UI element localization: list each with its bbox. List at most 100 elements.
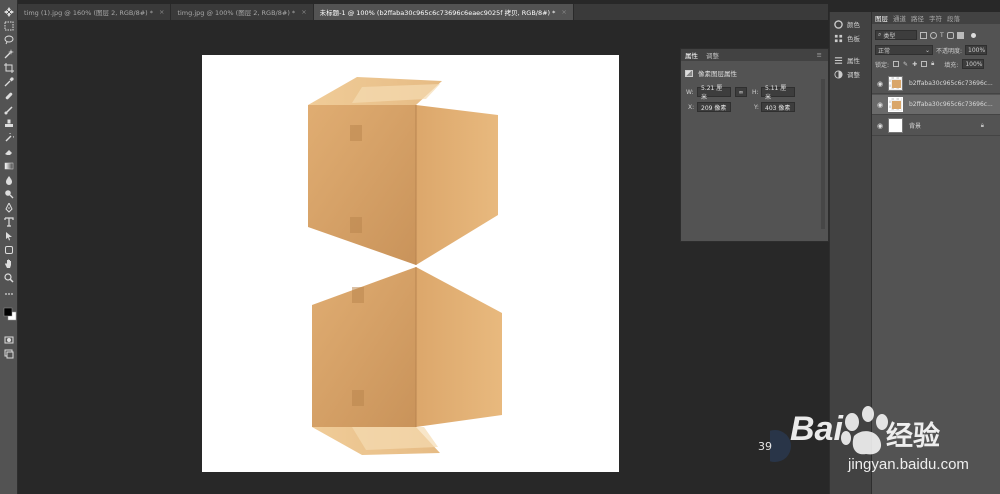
layer-filter-value: 类型 — [883, 32, 896, 40]
x-field[interactable]: 209 像素 — [697, 102, 731, 112]
properties-panel-button[interactable]: 属性 — [834, 54, 872, 66]
fill-label: 填充: — [944, 61, 959, 69]
tab-timg[interactable]: timg.jpg @ 100% (图层 2, RGB/8#) * × — [171, 4, 314, 20]
properties-panel: 属性 调整 ≡ 像素图层属性 W: 5.21 厘米 ∞ H: 5.11 厘米 X… — [680, 48, 829, 242]
lower-box — [312, 267, 502, 455]
visibility-eye-icon[interactable]: ◉ — [872, 122, 888, 130]
close-icon[interactable]: × — [561, 8, 566, 16]
quick-mask-icon[interactable] — [3, 334, 15, 346]
panel-menu-icon[interactable]: ≡ — [817, 51, 822, 59]
width-field[interactable]: 5.21 厘米 — [697, 85, 731, 101]
fill-value: 100% — [965, 60, 983, 68]
watermark-brand-right: 经验 — [886, 421, 940, 452]
more-tools-icon[interactable] — [3, 288, 15, 300]
chevron-down-icon: ⌄ — [924, 46, 930, 54]
tab-paths[interactable]: 路径 — [911, 13, 924, 23]
canvas-image — [308, 77, 502, 455]
lock-label: 锁定: — [875, 61, 890, 69]
filter-type-icon[interactable]: T — [940, 32, 944, 39]
watermark-badge: 39 — [758, 440, 772, 453]
history-brush-tool-icon[interactable] — [3, 132, 15, 144]
opacity-field[interactable]: 100% — [965, 45, 988, 55]
link-glyph: ∞ — [738, 88, 744, 96]
tab-channels[interactable]: 通道 — [893, 13, 906, 23]
gradient-tool-icon[interactable] — [3, 160, 15, 172]
filter-toggle-icon[interactable] — [970, 32, 976, 38]
height-value: 5.11 厘米 — [765, 85, 787, 101]
document-canvas[interactable] — [202, 55, 619, 472]
fill-field[interactable]: 100% — [962, 59, 985, 69]
height-field[interactable]: 5.11 厘米 — [761, 85, 795, 101]
filter-smart-object-icon[interactable] — [956, 31, 964, 39]
color-panel-label: 颜色 — [847, 21, 860, 29]
crop-tool-icon[interactable] — [3, 62, 15, 74]
layer-name: b2ffaba30c965c6c73696c... — [909, 80, 993, 87]
foreground-background-colors-icon[interactable] — [3, 305, 17, 321]
pen-tool-icon[interactable] — [3, 202, 15, 214]
marquee-tool-icon[interactable] — [3, 20, 15, 32]
close-icon[interactable]: × — [301, 8, 306, 16]
lock-position-icon[interactable]: ✚ — [912, 61, 917, 68]
layer-row[interactable]: ◉ 背景 🔒︎ — [872, 116, 1000, 136]
y-field[interactable]: 403 像素 — [761, 102, 795, 112]
blur-tool-icon[interactable] — [3, 174, 15, 186]
healing-brush-tool-icon[interactable] — [3, 90, 15, 102]
tab-label: timg (1).jpg @ 160% (图层 2, RGB/8#) * — [24, 9, 153, 17]
screen-mode-icon[interactable] — [3, 348, 15, 360]
close-icon[interactable]: × — [159, 8, 164, 16]
properties-tabs: 属性 调整 ≡ — [681, 49, 828, 61]
swatches-panel-button[interactable]: 色板 — [834, 32, 872, 44]
filter-shape-icon[interactable] — [946, 31, 954, 39]
layer-thumbnail — [888, 118, 903, 133]
filter-pixel-icon[interactable] — [920, 31, 927, 39]
properties-scrollbar[interactable] — [821, 79, 825, 229]
visibility-eye-icon[interactable]: ◉ — [872, 80, 888, 88]
tab-timg-1[interactable]: timg (1).jpg @ 160% (图层 2, RGB/8#) * × — [18, 4, 172, 20]
tab-properties[interactable]: 属性 — [685, 50, 698, 60]
tab-untitled-1[interactable]: 未标题-1 @ 100% (b2ffaba30c965c6c73696c6eae… — [313, 4, 574, 20]
brush-tool-icon[interactable] — [3, 104, 15, 116]
hand-tool-icon[interactable] — [3, 258, 15, 270]
adjustments-icon — [834, 69, 843, 79]
upper-box — [308, 77, 498, 265]
tab-layers[interactable]: 图层 — [875, 13, 888, 23]
link-dimensions-icon[interactable]: ∞ — [735, 87, 747, 97]
x-label: X: — [688, 104, 695, 111]
x-value: 209 像素 — [701, 104, 727, 112]
swatches-icon — [834, 34, 843, 43]
eyedropper-tool-icon[interactable] — [3, 76, 15, 88]
adjustments-panel-button[interactable]: 调整 — [834, 68, 872, 80]
type-tool-icon[interactable] — [3, 216, 15, 228]
lock-all-icon[interactable]: 🔒︎ — [931, 60, 934, 68]
width-label: W: — [686, 89, 694, 96]
tab-character[interactable]: 字符 — [929, 13, 942, 23]
shape-tool-icon[interactable] — [3, 244, 15, 256]
opacity-label: 不透明度: — [936, 47, 963, 55]
filter-adjustment-icon[interactable] — [930, 31, 937, 39]
color-panel-button[interactable]: 颜色 — [834, 18, 872, 30]
properties-icon — [834, 56, 843, 65]
lock-artboard-icon[interactable] — [921, 61, 928, 67]
layer-row[interactable]: ◉ b2ffaba30c965c6c73696c... — [872, 74, 1000, 94]
tab-label: timg.jpg @ 100% (图层 2, RGB/8#) * — [177, 9, 296, 17]
lasso-tool-icon[interactable] — [3, 34, 15, 46]
layer-row[interactable]: ◉ b2ffaba30c965c6c73696c... — [872, 95, 1000, 115]
tab-adjustments[interactable]: 调整 — [706, 50, 719, 60]
visibility-eye-icon[interactable]: ◉ — [872, 101, 888, 109]
blend-mode-select[interactable]: 正常 ⌄ — [875, 45, 933, 55]
magic-wand-tool-icon[interactable] — [3, 48, 15, 60]
tab-paragraph[interactable]: 段落 — [947, 13, 960, 23]
properties-panel-label: 属性 — [847, 57, 860, 65]
dodge-tool-icon[interactable] — [3, 188, 15, 200]
lock-transparent-icon[interactable] — [893, 61, 900, 67]
layer-filter-select[interactable]: ⌕ 类型 — [875, 30, 917, 40]
height-label: H: — [752, 89, 759, 96]
lock-image-icon[interactable]: ✎ — [903, 61, 908, 68]
properties-header-label: 像素图层属性 — [698, 70, 737, 78]
eraser-tool-icon[interactable] — [3, 146, 15, 158]
zoom-tool-icon[interactable] — [3, 272, 15, 284]
stamp-tool-icon[interactable] — [3, 118, 15, 130]
move-tool-icon[interactable] — [3, 6, 15, 18]
blend-mode-value: 正常 — [878, 47, 891, 55]
path-selection-tool-icon[interactable] — [3, 230, 15, 242]
